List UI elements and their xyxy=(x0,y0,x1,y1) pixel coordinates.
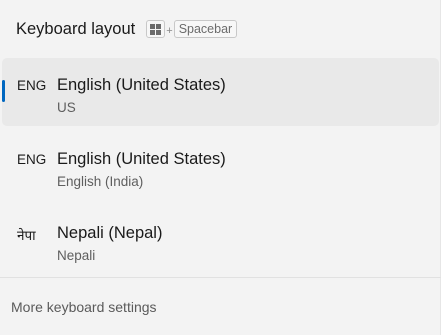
selection-indicator xyxy=(2,80,5,102)
layout-language-name: Nepali (Nepal) xyxy=(57,224,163,242)
flyout-header: Keyboard layout + Spacebar xyxy=(16,17,238,41)
flyout-title: Keyboard layout xyxy=(16,19,136,38)
layout-code: ENG xyxy=(17,152,47,167)
layout-keyboard-name: English (India) xyxy=(57,174,144,189)
spacebar-keycap: Spacebar xyxy=(173,20,238,38)
layout-language-name: English (United States) xyxy=(57,76,226,94)
shortcut-hint: + Spacebar xyxy=(146,20,238,38)
layout-keyboard-name: US xyxy=(57,100,76,115)
footer-divider xyxy=(0,277,441,278)
shortcut-plus: + xyxy=(166,24,173,37)
windows-key-keycap xyxy=(146,20,166,38)
layout-item-english-us[interactable]: ENG English (United States) US xyxy=(2,58,439,126)
layout-keyboard-name: Nepali xyxy=(57,248,96,263)
more-keyboard-settings-link[interactable]: More keyboard settings xyxy=(11,299,157,315)
keyboard-layout-flyout: Keyboard layout + Spacebar ENG English (… xyxy=(0,0,441,335)
layout-item-english-india[interactable]: ENG English (United States) English (Ind… xyxy=(2,132,439,206)
layout-item-nepali[interactable]: नेपा Nepali (Nepal) Nepali xyxy=(2,206,439,280)
layout-code: ENG xyxy=(17,78,47,93)
layout-language-name: English (United States) xyxy=(57,150,226,168)
layout-code: नेपा xyxy=(17,228,36,243)
windows-logo-icon xyxy=(150,23,162,35)
layout-list: ENG English (United States) US ENG Engli… xyxy=(2,58,439,280)
